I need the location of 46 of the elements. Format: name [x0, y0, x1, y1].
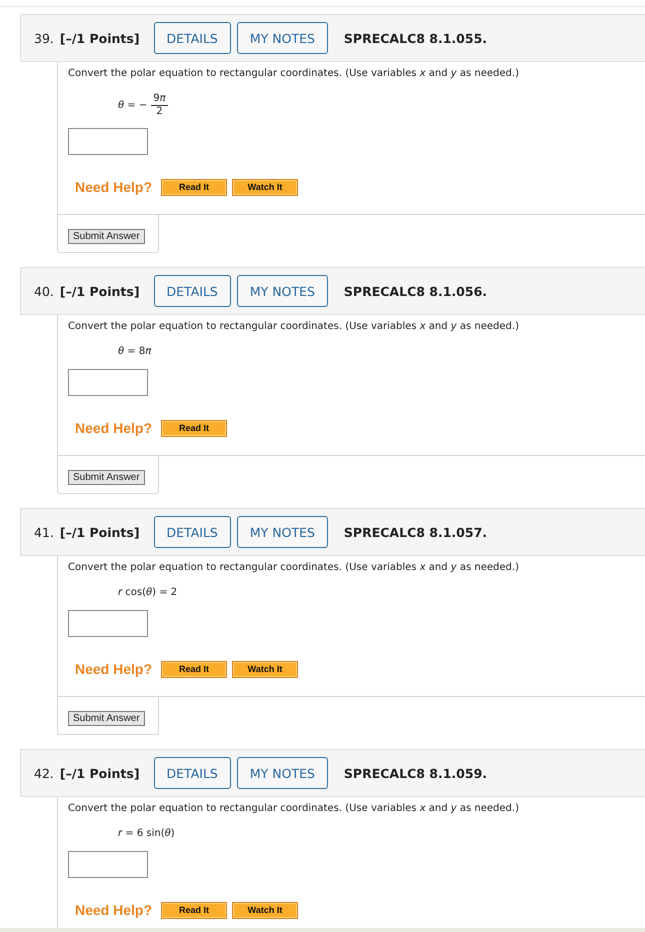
need-help-label: Need Help? [75, 420, 152, 436]
equation: r = 6 sin(θ) [118, 827, 175, 841]
question-number: 40. [34, 284, 54, 298]
answer-field[interactable] [68, 128, 148, 155]
answer-field[interactable] [68, 369, 148, 396]
header-button[interactable]: MY NOTES [236, 22, 328, 54]
question-code: SPRECALC8 8.1.055. [344, 30, 488, 46]
question-code: SPRECALC8 8.1.056. [344, 284, 488, 298]
help-button[interactable]: Read It [161, 660, 228, 678]
header-button[interactable]: DETAILS [154, 22, 231, 54]
submit-answer-button[interactable]: Submit Answer [68, 711, 145, 726]
points-label: [–/1 Points] [60, 30, 140, 46]
equation: θ = 8π [118, 345, 152, 359]
help-button[interactable]: Read It [161, 420, 228, 436]
header-button[interactable]: DETAILS [154, 757, 231, 789]
question-prompt: Convert the polar equation to rectangular coordinates. (Use variables x and y as needed.) [68, 320, 520, 333]
help-button[interactable]: Read It [161, 178, 228, 196]
equation: r cos(θ) = 2 [118, 586, 178, 600]
question-prompt: Convert the polar equation to rectangular coordinates. (Use variables x and y as needed.) [68, 802, 520, 815]
question-number: 41. [34, 524, 54, 540]
question-prompt: Convert the polar equation to rectangular coordinates. (Use variables x and y as needed.) [68, 67, 520, 80]
equation: θ = − 9π 2 [118, 92, 168, 118]
points-label: [–/1 Points] [60, 524, 140, 540]
help-button[interactable]: Read It [161, 902, 228, 918]
header-button[interactable]: DETAILS [154, 275, 231, 307]
answer-field[interactable] [68, 610, 148, 637]
question-code: SPRECALC8 8.1.059. [344, 766, 488, 780]
question-number: 42. [34, 766, 54, 780]
need-help-label: Need Help? [75, 661, 152, 677]
submit-answer-button[interactable]: Submit Answer [68, 470, 145, 485]
question-number: 39. [34, 30, 54, 46]
header-button[interactable]: MY NOTES [236, 757, 328, 789]
header-button[interactable]: MY NOTES [236, 516, 328, 548]
points-label: [–/1 Points] [60, 284, 140, 298]
question-code: SPRECALC8 8.1.057. [344, 524, 488, 540]
answer-field[interactable] [68, 851, 148, 878]
header-button[interactable]: DETAILS [154, 516, 231, 548]
help-button[interactable]: Watch It [232, 660, 298, 678]
need-help-label: Need Help? [75, 902, 152, 918]
help-button[interactable]: Watch It [232, 178, 298, 196]
header-button[interactable]: MY NOTES [236, 275, 328, 307]
question-prompt: Convert the polar equation to rectangular coordinates. (Use variables x and y as needed.) [68, 561, 520, 574]
points-label: [–/1 Points] [60, 766, 140, 780]
help-button[interactable]: Watch It [232, 902, 298, 918]
need-help-label: Need Help? [75, 179, 152, 195]
submit-answer-button[interactable]: Submit Answer [68, 229, 145, 244]
